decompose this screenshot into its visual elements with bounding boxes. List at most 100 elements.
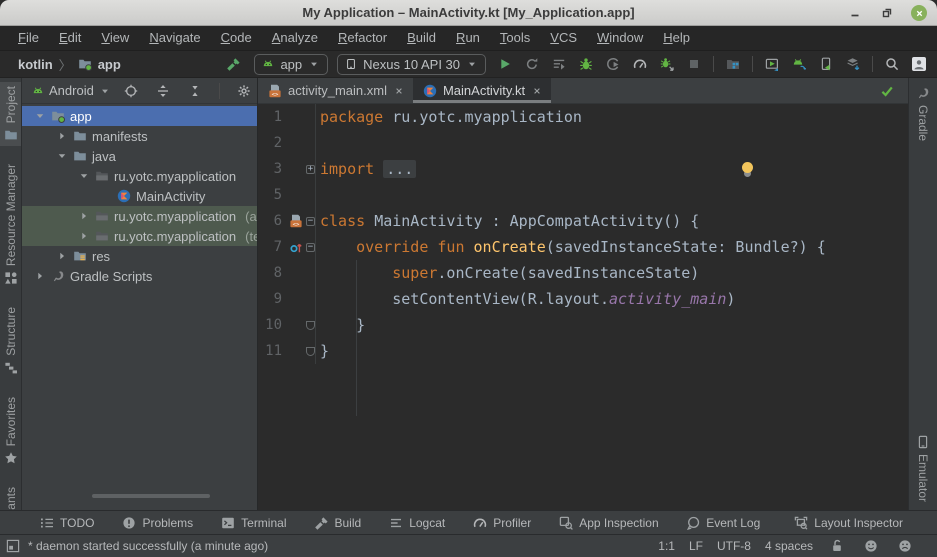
intention-bulb-icon[interactable] [742, 162, 753, 173]
tree-item-res[interactable]: res [22, 246, 258, 266]
device-mirror-button[interactable] [816, 54, 836, 74]
fold-marker[interactable]: − [306, 208, 316, 234]
code-line-7[interactable]: 7− override fun onCreate(savedInstanceSt… [258, 234, 908, 260]
tree-item-ru-yotc-myapplication[interactable]: ru.yotc.myapplication [22, 166, 258, 186]
code-line-6[interactable]: 6<>−class MainActivity : AppCompatActivi… [258, 208, 908, 234]
running-devices-button[interactable] [762, 54, 782, 74]
tree-item-mainactivity[interactable]: MainActivity [22, 186, 258, 206]
tree-horizontal-scrollbar[interactable] [92, 494, 210, 498]
code-line-11[interactable]: 11} [258, 338, 908, 364]
close-tab-icon[interactable] [531, 85, 543, 97]
tool-stripe-emulator[interactable]: Emulator [909, 431, 937, 506]
line-number[interactable]: 3 [258, 156, 282, 182]
virtual-device-sync-button[interactable] [789, 54, 809, 74]
code-line-10[interactable]: 10 } [258, 312, 908, 338]
stop-button[interactable] [684, 54, 704, 74]
menu-help[interactable]: Help [653, 26, 700, 50]
profiler-button[interactable] [630, 54, 650, 74]
indent-style[interactable]: 4 spaces [765, 539, 813, 553]
tool-window-button-build[interactable]: Build [311, 516, 366, 530]
breadcrumb-module[interactable]: kotlin [18, 57, 53, 72]
tree-item-ru-yotc-myapplication-tes[interactable]: ru.yotc.myapplication(tes [22, 226, 258, 246]
code-line-9[interactable]: 9 setContentView(R.layout.activity_main) [258, 286, 908, 312]
user-avatar[interactable] [909, 54, 929, 74]
fold-marker[interactable]: − [306, 234, 316, 260]
fold-end-icon[interactable] [306, 321, 315, 330]
inspections-ok-icon[interactable] [880, 84, 894, 98]
tool-stripe-structure[interactable]: Structure [0, 303, 21, 379]
tool-window-button-todo[interactable]: TODO [36, 516, 98, 530]
code-line-8[interactable]: 8 super.onCreate(savedInstanceState) [258, 260, 908, 286]
run-button[interactable] [495, 54, 515, 74]
tool-window-button-logcat[interactable]: Logcat [385, 516, 449, 530]
close-button[interactable] [911, 5, 927, 21]
menu-edit[interactable]: Edit [49, 26, 91, 50]
line-number[interactable]: 1 [258, 104, 282, 130]
make-project-button[interactable] [227, 57, 241, 71]
apply-changes-button[interactable] [522, 54, 542, 74]
code-line-2[interactable]: 2 [258, 130, 908, 156]
tool-stripe-gradle[interactable]: Gradle [909, 82, 937, 145]
close-tab-icon[interactable] [393, 85, 405, 97]
tree-item-app[interactable]: app [22, 106, 258, 126]
sdk-manager-button[interactable] [843, 54, 863, 74]
menu-file[interactable]: File [8, 26, 49, 50]
fold-minus-icon[interactable]: − [306, 217, 315, 226]
line-number[interactable]: 2 [258, 130, 282, 156]
run-configuration-dropdown[interactable]: app [254, 54, 328, 75]
menu-tools[interactable]: Tools [490, 26, 540, 50]
feedback-smile-icon[interactable] [861, 536, 881, 556]
editor-tab-mainactivity-kt[interactable]: MainActivity.kt [413, 78, 551, 103]
line-number[interactable]: 9 [258, 286, 282, 312]
editor-area[interactable]: <>activity_main.xmlMainActivity.kt 1pack… [258, 78, 908, 510]
code-line-3[interactable]: 3+import ... [258, 156, 908, 182]
code-line-1[interactable]: 1package ru.yotc.myapplication [258, 104, 908, 130]
code-editor[interactable]: 1package ru.yotc.myapplication23+import … [258, 104, 908, 510]
menu-navigate[interactable]: Navigate [139, 26, 210, 50]
line-number[interactable]: 6 [258, 208, 282, 234]
tree-chevron-right[interactable] [78, 230, 90, 242]
menu-run[interactable]: Run [446, 26, 490, 50]
line-number[interactable]: 10 [258, 312, 282, 338]
fold-end-icon[interactable] [306, 347, 315, 356]
tree-chevron-right[interactable] [34, 270, 46, 282]
override-gutter-icon[interactable] [282, 234, 306, 260]
project-view-selector[interactable]: Android [32, 83, 111, 98]
debug-button[interactable] [576, 54, 596, 74]
search-everywhere-button[interactable] [882, 54, 902, 74]
tool-stripe-build-variants[interactable]: Build Variants [0, 483, 21, 510]
apply-code-changes-button[interactable] [549, 54, 569, 74]
locate-file-button[interactable] [121, 81, 141, 101]
menu-refactor[interactable]: Refactor [328, 26, 397, 50]
settings-button[interactable] [234, 81, 254, 101]
tool-stripe-favorites[interactable]: Favorites [0, 393, 21, 469]
tool-window-button-layout-inspector[interactable]: Layout Inspector [790, 516, 907, 530]
tool-window-button-terminal[interactable]: Terminal [217, 516, 290, 530]
tool-window-button-event-log[interactable]: Event Log [682, 516, 764, 530]
profile-button[interactable] [603, 54, 623, 74]
code-line-5[interactable]: 5 [258, 182, 908, 208]
target-device-dropdown[interactable]: Nexus 10 API 30 [337, 54, 486, 75]
xmlfile-gutter-icon[interactable]: <> [282, 208, 306, 234]
menu-analyze[interactable]: Analyze [262, 26, 328, 50]
expand-all-button[interactable] [153, 81, 173, 101]
collapse-all-button[interactable] [185, 81, 205, 101]
tree-chevron-down[interactable] [56, 150, 68, 162]
tool-window-button-profiler[interactable]: Profiler [469, 516, 535, 530]
line-number[interactable]: 11 [258, 338, 282, 364]
fold-plus-icon[interactable]: + [306, 165, 315, 174]
menu-window[interactable]: Window [587, 26, 653, 50]
menu-code[interactable]: Code [211, 26, 262, 50]
feedback-frown-icon[interactable] [895, 536, 915, 556]
file-encoding[interactable]: UTF-8 [717, 539, 751, 553]
tree-item-gradle-scripts[interactable]: Gradle Scripts [22, 266, 258, 286]
tree-chevron-right[interactable] [56, 130, 68, 142]
menu-build[interactable]: Build [397, 26, 446, 50]
line-ending[interactable]: LF [689, 539, 703, 553]
tool-stripe-resource-manager[interactable]: Resource Manager [0, 160, 21, 289]
menu-vcs[interactable]: VCS [540, 26, 587, 50]
tree-item-java[interactable]: java [22, 146, 258, 166]
editor-tab-activity-main-xml[interactable]: <>activity_main.xml [258, 78, 413, 103]
line-number[interactable]: 7 [258, 234, 282, 260]
tree-item-ru-yotc-myapplication-and[interactable]: ru.yotc.myapplication(and [22, 206, 258, 226]
